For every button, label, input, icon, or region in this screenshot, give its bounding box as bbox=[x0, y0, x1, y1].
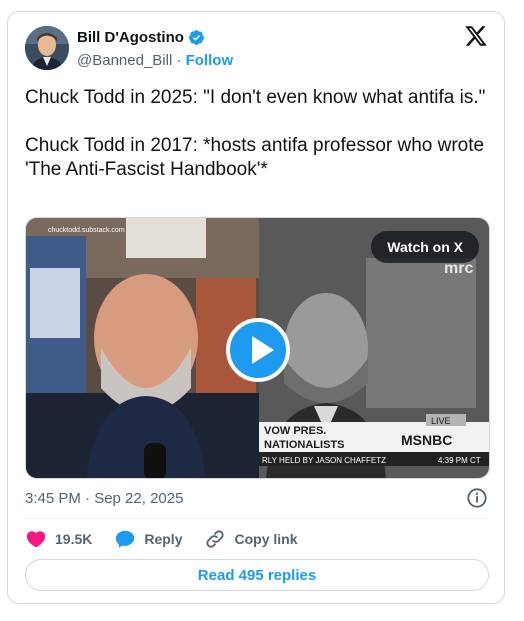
live-badge: LIVE bbox=[431, 416, 451, 426]
verified-badge-icon bbox=[188, 30, 204, 45]
lower-third-line1: VOW PRES. bbox=[264, 425, 326, 437]
handle-row: @Banned_Bill · Follow bbox=[77, 52, 233, 69]
watermark-text: chucktodd.substack.com bbox=[48, 227, 125, 234]
follow-button[interactable]: Follow bbox=[186, 52, 234, 69]
author-handle[interactable]: @Banned_Bill bbox=[77, 52, 172, 69]
like-count: 19.5K bbox=[55, 531, 93, 547]
copy-link-label: Copy link bbox=[234, 531, 298, 547]
reply-button[interactable]: Reply bbox=[114, 528, 182, 550]
tweet-text: Chuck Todd in 2025: "I don't even know w… bbox=[25, 87, 486, 180]
read-replies-button[interactable]: Read 495 replies bbox=[25, 559, 489, 591]
action-bar: 19.5K Reply Copy link bbox=[25, 528, 298, 550]
reply-label: Reply bbox=[144, 531, 183, 547]
author-name[interactable]: Bill D'Agostino bbox=[77, 29, 184, 46]
ticker-text: RLY HELD BY JASON CHAFFETZ bbox=[262, 456, 386, 465]
heart-icon bbox=[26, 531, 46, 548]
info-icon[interactable] bbox=[466, 487, 488, 509]
watch-on-x-button[interactable]: Watch on X bbox=[371, 231, 479, 263]
network-logo: MSNBC bbox=[401, 432, 452, 448]
divider bbox=[25, 518, 487, 519]
link-icon bbox=[206, 530, 225, 548]
reply-bubble-icon bbox=[116, 530, 135, 548]
x-logo-icon[interactable] bbox=[464, 24, 488, 48]
broadcast-clock: 4:39 PM CT bbox=[438, 456, 481, 465]
tweet-timestamp[interactable]: 3:45 PM · Sep 22, 2025 bbox=[25, 490, 183, 507]
video-player[interactable]: chucktodd.substack.com mrc VOW PRES. NAT… bbox=[25, 217, 490, 479]
lower-third-line2: NATIONALISTS bbox=[264, 439, 344, 451]
copy-link-button[interactable]: Copy link bbox=[204, 528, 298, 550]
play-button-icon[interactable] bbox=[226, 318, 290, 382]
avatar[interactable] bbox=[25, 26, 69, 70]
separator-dot: · bbox=[176, 52, 182, 69]
tweet-card: Bill D'Agostino @Banned_Bill · Follow Ch… bbox=[7, 11, 505, 604]
like-button[interactable]: 19.5K bbox=[25, 528, 92, 550]
